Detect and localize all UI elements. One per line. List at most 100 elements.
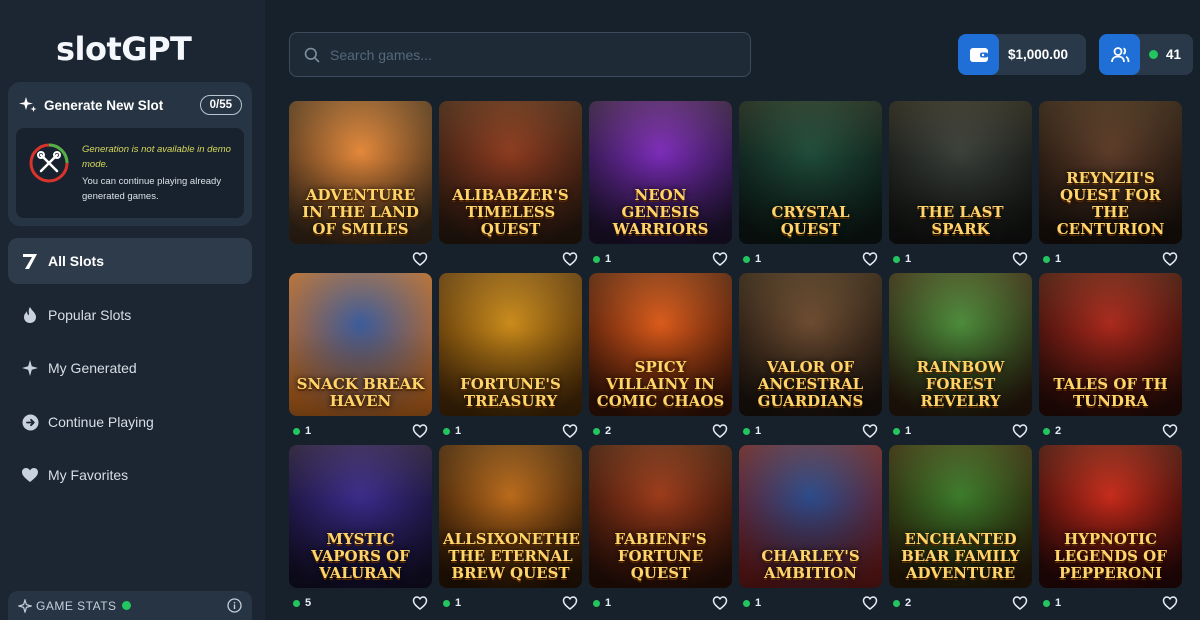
game-meta: 1: [439, 422, 582, 440]
game-card[interactable]: Neon Genesis Warriors 1: [589, 101, 732, 270]
game-title: Adventure in the Land of Smiles: [302, 186, 419, 238]
search-bar[interactable]: [289, 32, 751, 77]
favorite-heart-icon[interactable]: [862, 423, 878, 439]
favorite-heart-icon[interactable]: [1162, 251, 1178, 267]
player-count: 1: [755, 597, 762, 609]
favorite-heart-icon[interactable]: [562, 595, 578, 611]
info-icon[interactable]: [227, 598, 242, 613]
users-icon: [1099, 34, 1140, 75]
game-thumbnail[interactable]: Fabienf's Fortune Quest: [589, 445, 732, 588]
flame-icon: [20, 305, 40, 325]
player-count: 1: [1055, 597, 1062, 609]
game-card[interactable]: Fabienf's Fortune Quest 1: [589, 445, 732, 614]
heart-icon: [20, 465, 40, 485]
game-thumbnail[interactable]: The Last Spark: [889, 101, 1032, 244]
favorite-heart-icon[interactable]: [712, 423, 728, 439]
player-count: 1: [305, 425, 312, 437]
player-count: 2: [605, 425, 612, 437]
players-dot: [593, 427, 600, 435]
favorite-heart-icon[interactable]: [1012, 595, 1028, 611]
nav-label: Popular Slots: [48, 307, 132, 323]
game-meta: 1: [889, 422, 1032, 440]
favorite-heart-icon[interactable]: [1162, 423, 1178, 439]
game-card[interactable]: Snack Break Haven 1: [289, 273, 432, 442]
game-thumbnail[interactable]: Rainbow Forest Revelry: [889, 273, 1032, 416]
game-card[interactable]: Mystic Vapors of Valuran 5: [289, 445, 432, 614]
favorite-heart-icon[interactable]: [562, 423, 578, 439]
game-thumbnail[interactable]: Allsixonethe The Eternal Brew Quest: [439, 445, 582, 588]
game-thumbnail[interactable]: Spicy Villainy in Comic Chaos: [589, 273, 732, 416]
games-grid: Adventure in the Land of Smiles Alibabzer…: [289, 101, 1184, 620]
game-thumbnail[interactable]: Crystal Quest: [739, 101, 882, 244]
game-card[interactable]: Alibabzer's Timeless Quest: [439, 101, 582, 270]
game-card[interactable]: Allsixonethe The Eternal Brew Quest 1: [439, 445, 582, 614]
game-card[interactable]: Enchanted Bear Family Adventure 2: [889, 445, 1032, 614]
game-thumbnail[interactable]: Hypnotic Legends of Pepperoni: [1039, 445, 1182, 588]
nav-all-slots[interactable]: All Slots: [8, 238, 252, 284]
arrow-circle-icon: [20, 412, 40, 432]
nav-popular-slots[interactable]: Popular Slots: [8, 292, 252, 338]
game-meta: 1: [1039, 250, 1182, 268]
game-thumbnail[interactable]: Charley's Ambition: [739, 445, 882, 588]
favorite-heart-icon[interactable]: [712, 595, 728, 611]
game-card[interactable]: Valor of Ancestral Guardians 1: [739, 273, 882, 442]
nav-my-favorites[interactable]: My Favorites: [8, 452, 252, 498]
players-dot: [593, 255, 600, 263]
favorite-heart-icon[interactable]: [862, 251, 878, 267]
player-count: 1: [455, 597, 462, 609]
game-thumbnail[interactable]: Tales of th Tundra: [1039, 273, 1182, 416]
game-card[interactable]: Charley's Ambition 1: [739, 445, 882, 614]
nav-continue-playing[interactable]: Continue Playing: [8, 399, 252, 445]
player-count: 1: [1055, 253, 1062, 265]
game-meta: 1: [739, 594, 882, 612]
game-stats-bar[interactable]: GAME STATS: [8, 591, 252, 620]
game-card[interactable]: The Last Spark 1: [889, 101, 1032, 270]
generate-slot-title: Generate New Slot: [44, 97, 164, 113]
demo-mode-notice: Generation is not available in demo mode…: [16, 128, 244, 218]
players-dot: [593, 599, 600, 607]
logo[interactable]: slotGPT: [56, 30, 192, 68]
game-card[interactable]: Crystal Quest 1: [739, 101, 882, 270]
game-thumbnail[interactable]: Adventure in the Land of Smiles: [289, 101, 432, 244]
game-thumbnail[interactable]: Alibabzer's Timeless Quest: [439, 101, 582, 244]
game-title: Fabienf's Fortune Quest: [614, 530, 707, 582]
favorite-heart-icon[interactable]: [412, 251, 428, 267]
game-thumbnail[interactable]: Valor of Ancestral Guardians: [739, 273, 882, 416]
players-dot: [893, 427, 900, 435]
game-thumbnail[interactable]: Reynzii's Quest for the Centurion: [1039, 101, 1182, 244]
generate-slot-header[interactable]: Generate New Slot 0/55: [18, 94, 242, 116]
game-card[interactable]: Rainbow Forest Revelry 1: [889, 273, 1032, 442]
demo-mode-warning: Generation is not available in demo mode…: [82, 144, 231, 170]
game-card[interactable]: Hypnotic Legends of Pepperoni 1: [1039, 445, 1182, 614]
game-thumbnail[interactable]: Mystic Vapors of Valuran: [289, 445, 432, 588]
online-users-widget[interactable]: 41: [1099, 34, 1193, 75]
game-thumbnail[interactable]: Neon Genesis Warriors: [589, 101, 732, 244]
game-card[interactable]: Fortune's Treasury 1: [439, 273, 582, 442]
game-thumbnail[interactable]: Enchanted Bear Family Adventure: [889, 445, 1032, 588]
players-dot: [293, 427, 300, 435]
game-card[interactable]: Reynzii's Quest for the Centurion 1: [1039, 101, 1182, 270]
favorite-heart-icon[interactable]: [1162, 595, 1178, 611]
game-card[interactable]: Tales of th Tundra 2: [1039, 273, 1182, 442]
game-card[interactable]: Adventure in the Land of Smiles: [289, 101, 432, 270]
game-thumbnail[interactable]: Fortune's Treasury: [439, 273, 582, 416]
tools-disabled-icon: [29, 143, 69, 183]
player-count: 1: [755, 253, 762, 265]
favorite-heart-icon[interactable]: [712, 251, 728, 267]
game-title: Rainbow Forest Revelry: [916, 358, 1005, 410]
favorite-heart-icon[interactable]: [862, 595, 878, 611]
favorite-heart-icon[interactable]: [412, 595, 428, 611]
favorite-heart-icon[interactable]: [562, 251, 578, 267]
game-title: Valor of Ancestral Guardians: [757, 358, 864, 410]
generate-slot-card: Generate New Slot 0/55 Generation is not…: [8, 82, 252, 226]
favorite-heart-icon[interactable]: [1012, 423, 1028, 439]
game-thumbnail[interactable]: Snack Break Haven: [289, 273, 432, 416]
continue-note: You can continue playing already generat…: [82, 176, 222, 202]
favorite-heart-icon[interactable]: [412, 423, 428, 439]
players-dot: [1043, 427, 1050, 435]
favorite-heart-icon[interactable]: [1012, 251, 1028, 267]
balance-widget[interactable]: $1,000.00: [958, 34, 1086, 75]
nav-my-generated[interactable]: My Generated: [8, 345, 252, 391]
search-input[interactable]: [330, 46, 730, 63]
game-card[interactable]: Spicy Villainy in Comic Chaos 2: [589, 273, 732, 442]
